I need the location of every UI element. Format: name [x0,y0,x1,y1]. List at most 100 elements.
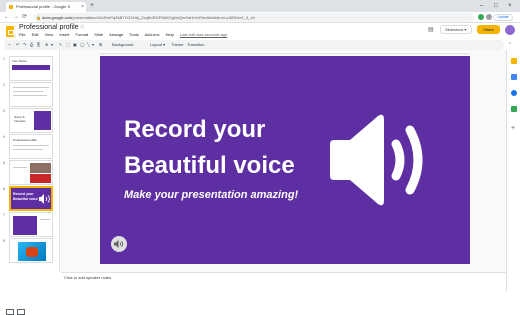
thumb-title: Your Name [12,59,27,63]
slide-number: 1 [3,57,5,61]
update-button[interactable]: Update [493,14,513,21]
grid-view-icon[interactable] [17,309,25,315]
last-edit-link[interactable]: Last edit was seconds ago [180,32,227,37]
select-icon[interactable]: ↖ [59,40,62,50]
menu-file[interactable]: File [19,32,25,37]
text-box-icon[interactable]: ⬚ [66,40,70,50]
thumb-line [13,95,47,96]
current-slide[interactable]: Record your Beautiful voice Make your pr… [100,56,470,264]
reload-icon[interactable]: ⟳ [22,12,27,23]
menu-format[interactable]: Format [75,32,88,37]
redo-icon[interactable]: ↷ [23,40,26,50]
tab-close-icon[interactable]: × [81,2,84,12]
back-icon[interactable]: ← [4,12,10,23]
slide-thumbnail-6[interactable]: Record your Beautiful voice [9,186,53,211]
menu-insert[interactable]: Insert [59,32,69,37]
slide-number: 2 [3,83,5,87]
menu-view[interactable]: View [45,32,54,37]
undo-icon[interactable]: ↶ [16,40,19,50]
lock-icon: 🔒 [36,15,41,20]
slides-header: Professional profile ☆ File Edit View In… [0,23,520,40]
menu-bar: File Edit View Insert Format Slide Arran… [19,32,232,37]
slide-number: 8 [3,239,5,243]
theme-button[interactable]: Theme [171,40,183,50]
menu-arrange[interactable]: Arrange [109,32,123,37]
extension-icon[interactable] [478,14,484,20]
thumb-photo [26,247,38,257]
thumb-line [13,87,49,88]
speaker-icon[interactable] [328,110,440,210]
slide-heading-line1[interactable]: Record your [124,116,265,144]
image-icon[interactable]: ▣ [73,40,77,50]
add-addon-icon[interactable]: + [511,125,515,132]
close-window-button[interactable]: × [508,0,512,12]
document-title[interactable]: Professional profile [19,24,79,31]
layout-button[interactable]: Layout ▾ [150,40,165,50]
shape-icon[interactable]: ◯ [80,40,84,50]
line-icon[interactable]: ╲ [87,40,89,50]
contacts-icon[interactable] [511,106,517,112]
thumb-title: Record your Beautiful voice [13,192,38,201]
share-button[interactable]: Share [477,25,500,34]
line-dropdown-icon[interactable]: ▾ [92,40,94,50]
new-tab-button[interactable]: + [90,2,94,10]
print-icon[interactable]: ⎙ [30,40,33,50]
slide-thumbnail-5[interactable] [9,160,53,185]
slide-subtitle[interactable]: Make your presentation amazing! [124,189,298,201]
background-button[interactable]: Background [112,40,133,50]
collapse-menu-icon[interactable]: ⌃ [508,40,512,50]
slide-thumbnail-1[interactable]: Your Name [9,56,53,81]
tab-title: Professional profile - Google S [16,4,71,9]
slides-logo-icon[interactable] [6,26,14,37]
slide-thumbnail-3[interactable]: Some & Interests [9,108,53,133]
slide-thumbnail-7[interactable] [9,212,53,237]
address-bar[interactable]: 🔒 docs.google.com/presentation/d/1vRmPqZ… [34,13,474,22]
forward-icon[interactable]: → [13,12,19,23]
profile-icon[interactable] [486,14,492,20]
new-slide-icon[interactable]: + [8,40,10,50]
paint-format-icon[interactable]: ⎘ [37,40,40,50]
slide-filmstrip: 1 Your Name 2 3 Some & Interests 4 Profe… [0,50,60,315]
menu-addons[interactable]: Add-ons [145,32,160,37]
avatar[interactable] [505,25,515,35]
thumb-line [13,167,27,168]
slide-number: 5 [3,161,5,165]
slide-heading-line2[interactable]: Beautiful voice [124,152,295,180]
filmstrip-view-icon[interactable] [6,309,14,315]
tasks-icon[interactable] [511,74,517,80]
url-path: /presentation/d/1vRmPqZkB7YGXHhj_ZxqBoRG… [72,15,255,20]
zoom-dropdown-icon[interactable]: ▾ [51,40,53,50]
keep-icon[interactable] [511,58,517,64]
ruler [100,51,470,54]
thumb-block [34,111,51,130]
transition-button[interactable]: Transition [187,40,204,50]
slideshow-button[interactable]: Slideshow ▾ [440,25,472,34]
menu-tools[interactable]: Tools [129,32,138,37]
slide-thumbnail-8[interactable] [9,238,53,263]
menu-help[interactable]: Help [166,32,174,37]
star-icon[interactable]: ☆ [80,24,84,30]
thumb-line [40,219,50,220]
thumb-title: Professional skills [13,138,37,142]
menu-edit[interactable]: Edit [32,32,39,37]
thumb-line [13,149,43,150]
menu-slide[interactable]: Slide [94,32,103,37]
slideshow-label: Slideshow [445,27,464,32]
thumb-block [13,216,37,235]
slide-thumbnail-4[interactable]: Professional skills [9,134,53,159]
zoom-icon[interactable]: ⊕ [45,40,48,50]
slide-number: 6 [3,187,5,191]
comment-icon[interactable]: ⊞ [99,40,102,50]
speaker-notes[interactable]: Click to add speaker notes [61,272,506,292]
slide-thumbnail-2[interactable] [9,82,53,107]
editing-toolbar: + ↶ ↷ ⎙ ⎘ ⊕ ▾ ↖ ⬚ ▣ ◯ ╲ ▾ ⊞ Background L… [4,40,504,50]
slide-number: 7 [3,213,5,217]
minimize-button[interactable]: – [480,0,483,12]
calendar-icon[interactable] [511,90,517,96]
slide-number: 4 [3,135,5,139]
side-panel: + [506,50,520,292]
comments-icon[interactable]: ▤ [428,26,434,33]
maximize-button[interactable]: □ [494,0,498,12]
audio-play-button[interactable] [111,236,127,252]
browser-tab[interactable]: Professional profile - Google S × [6,2,86,12]
